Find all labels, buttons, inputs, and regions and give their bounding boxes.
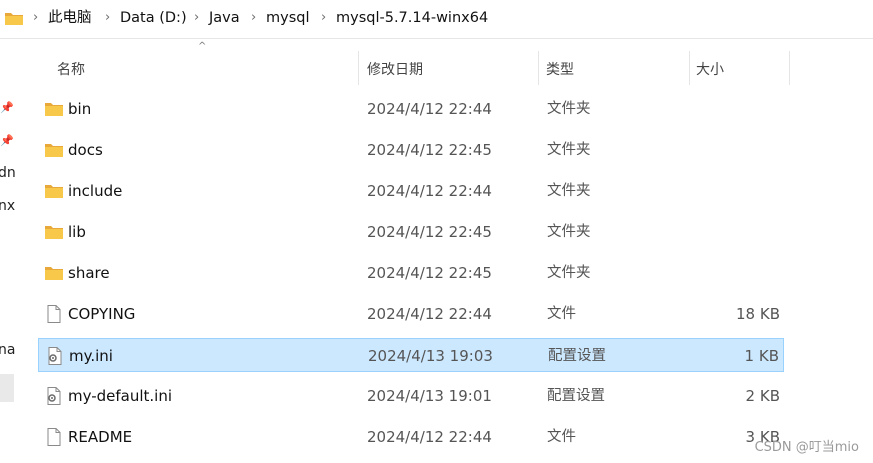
file-name: my.ini	[69, 347, 113, 365]
file-name: include	[68, 182, 123, 200]
folder-icon	[5, 13, 23, 25]
file-type: 文件夹	[547, 142, 591, 158]
breadcrumb-item[interactable]: Data (D:)	[120, 9, 187, 27]
file-row[interactable]: docs 2024/4/12 22:45 文件夹	[38, 133, 784, 167]
file-modified: 2024/4/12 22:44	[367, 305, 492, 323]
column-divider[interactable]	[358, 51, 359, 85]
address-bar[interactable]: › 此电脑 › Data (D:) › Java › mysql › mysql…	[0, 0, 873, 39]
breadcrumb-item[interactable]: Java	[209, 9, 240, 27]
pin-icon: 📌	[0, 134, 14, 147]
file-size: 1 KB	[744, 347, 779, 365]
file-name: share	[68, 264, 110, 282]
file-row[interactable]: include 2024/4/12 22:44 文件夹	[38, 174, 784, 208]
file-row[interactable]: bin 2024/4/12 22:44 文件夹	[38, 92, 784, 126]
folder-icon	[45, 144, 63, 157]
chevron-right-icon[interactable]: ›	[33, 9, 38, 27]
file-type: 文件夹	[547, 224, 591, 240]
nav-scrollbar[interactable]	[0, 374, 14, 402]
file-name: docs	[68, 141, 103, 159]
file-modified: 2024/4/13 19:01	[367, 387, 492, 405]
file-icon	[47, 428, 61, 446]
file-modified: 2024/4/12 22:44	[367, 182, 492, 200]
config-file-icon	[48, 347, 62, 365]
file-row[interactable]: README 2024/4/12 22:44 文件 3 KB	[38, 420, 784, 454]
file-row[interactable]: my-default.ini 2024/4/13 19:01 配置设置 2 KB	[38, 379, 784, 413]
chevron-right-icon[interactable]: ›	[105, 9, 110, 27]
chevron-right-icon[interactable]: ›	[321, 9, 326, 27]
file-type: 文件	[547, 306, 576, 322]
nav-item-fragment[interactable]: na	[0, 342, 15, 358]
column-divider[interactable]	[789, 51, 790, 85]
file-modified: 2024/4/12 22:44	[367, 428, 492, 446]
chevron-right-icon[interactable]: ›	[251, 9, 256, 27]
file-row[interactable]: share 2024/4/12 22:45 文件夹	[38, 256, 784, 290]
file-modified: 2024/4/13 19:03	[368, 347, 493, 365]
breadcrumb-item[interactable]: mysql-5.7.14-winx64	[336, 9, 488, 27]
file-type: 文件夹	[547, 183, 591, 199]
folder-icon	[45, 185, 63, 198]
file-name: my-default.ini	[68, 387, 173, 405]
breadcrumb-item[interactable]: mysql	[266, 9, 310, 27]
file-modified: 2024/4/12 22:45	[367, 264, 492, 282]
column-header-name[interactable]: 名称	[57, 59, 85, 79]
chevron-right-icon[interactable]: ›	[194, 9, 199, 27]
file-type: 文件	[547, 429, 576, 445]
nav-item-fragment[interactable]: nx	[0, 198, 15, 214]
file-size: 2 KB	[745, 387, 780, 405]
file-type: 配置设置	[548, 348, 606, 364]
file-row-selected[interactable]: my.ini 2024/4/13 19:03 配置设置 1 KB	[38, 338, 784, 372]
file-name: README	[68, 428, 133, 446]
column-divider[interactable]	[689, 51, 690, 85]
file-type: 文件夹	[547, 265, 591, 281]
file-name: lib	[68, 223, 86, 241]
file-row[interactable]: lib 2024/4/12 22:45 文件夹	[38, 215, 784, 249]
file-modified: 2024/4/12 22:45	[367, 223, 492, 241]
config-file-icon	[47, 387, 61, 405]
column-header-type[interactable]: 类型	[546, 59, 574, 79]
watermark: CSDN @叮当mio	[754, 440, 859, 455]
navigation-pane[interactable]: 📌 📌 dn nx na	[0, 39, 17, 463]
file-row[interactable]: COPYING 2024/4/12 22:44 文件 18 KB	[38, 297, 784, 331]
file-name: COPYING	[68, 305, 136, 323]
file-type: 文件夹	[547, 101, 591, 117]
breadcrumb-item[interactable]: 此电脑	[48, 9, 92, 27]
folder-icon	[45, 103, 63, 116]
file-modified: 2024/4/12 22:44	[367, 100, 492, 118]
column-header-row: ^ 名称 修改日期 类型 大小	[17, 39, 873, 95]
file-icon	[47, 305, 61, 323]
file-size: 18 KB	[736, 305, 780, 323]
folder-icon	[45, 226, 63, 239]
file-type: 配置设置	[547, 388, 605, 404]
column-header-modified[interactable]: 修改日期	[367, 59, 423, 79]
sort-ascending-icon: ^	[198, 41, 207, 52]
folder-icon	[45, 267, 63, 280]
nav-item-fragment[interactable]: dn	[0, 165, 16, 181]
column-divider[interactable]	[538, 51, 539, 85]
file-modified: 2024/4/12 22:45	[367, 141, 492, 159]
pin-icon: 📌	[0, 101, 14, 114]
column-header-size[interactable]: 大小	[696, 59, 724, 79]
file-name: bin	[68, 100, 92, 118]
